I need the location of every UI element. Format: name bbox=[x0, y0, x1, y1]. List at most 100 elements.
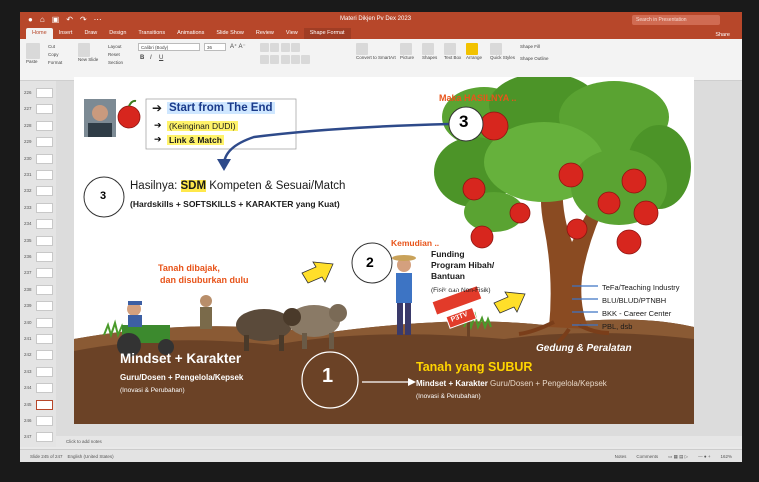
tab-draw[interactable]: Draw bbox=[78, 28, 103, 39]
home-icon[interactable]: ⌂ bbox=[40, 15, 45, 24]
section-button[interactable]: Section bbox=[108, 60, 123, 65]
quick-styles-icon[interactable] bbox=[490, 43, 502, 55]
slide-thumbnail[interactable]: 240 bbox=[24, 317, 54, 330]
picture-icon[interactable] bbox=[400, 43, 412, 55]
notes-button[interactable]: Notes bbox=[615, 454, 627, 460]
slide-thumbnail[interactable]: 239 bbox=[24, 300, 54, 313]
bullets-icon[interactable] bbox=[260, 43, 300, 53]
slide-preview[interactable] bbox=[36, 153, 53, 164]
slide-thumbnail[interactable]: 233 bbox=[24, 202, 54, 215]
slide-preview[interactable] bbox=[36, 104, 53, 115]
format-painter-button[interactable]: Format bbox=[48, 60, 62, 65]
tab-home[interactable]: Home bbox=[26, 28, 53, 39]
slide-thumbnail[interactable]: 247 bbox=[24, 431, 54, 444]
tab-view[interactable]: View bbox=[280, 28, 304, 39]
tab-slide-show[interactable]: Slide Show bbox=[210, 28, 250, 39]
slide-preview[interactable] bbox=[36, 268, 53, 279]
slide-preview[interactable] bbox=[36, 235, 53, 246]
text-box-icon[interactable] bbox=[444, 43, 456, 55]
search-input[interactable]: Search in Presentation bbox=[632, 15, 720, 25]
cut-button[interactable]: Cut bbox=[48, 44, 55, 49]
slide-preview[interactable] bbox=[36, 186, 53, 197]
slide-thumbnail[interactable]: 243 bbox=[24, 366, 54, 379]
normal-view-icon[interactable]: ▭ ▦ ▤ ▷ bbox=[668, 454, 688, 460]
slide-thumbnail[interactable]: 228 bbox=[24, 120, 54, 133]
slide-thumbnail[interactable]: 227 bbox=[24, 103, 54, 116]
tab-insert[interactable]: Insert bbox=[53, 28, 79, 39]
new-slide-icon[interactable] bbox=[78, 43, 90, 57]
slide-preview[interactable] bbox=[36, 202, 53, 213]
tab-design[interactable]: Design bbox=[103, 28, 132, 39]
ox-leg bbox=[329, 333, 334, 349]
slide-thumbnail[interactable]: 236 bbox=[24, 251, 54, 264]
slide-preview[interactable] bbox=[36, 284, 53, 295]
slide-thumbnail[interactable]: 242 bbox=[24, 349, 54, 362]
slide-thumbnail[interactable]: 237 bbox=[24, 267, 54, 280]
underline-button[interactable]: U bbox=[159, 55, 163, 61]
arrange-icon[interactable] bbox=[466, 43, 478, 55]
slide-preview[interactable] bbox=[36, 219, 53, 230]
bold-button[interactable]: B bbox=[140, 55, 144, 61]
slide-preview[interactable] bbox=[36, 252, 53, 262]
copy-button[interactable]: Copy bbox=[48, 52, 59, 57]
slide-preview[interactable] bbox=[36, 334, 53, 344]
zoom-level[interactable]: 162% bbox=[720, 454, 732, 460]
slide-preview[interactable] bbox=[36, 317, 53, 328]
slide-preview[interactable] bbox=[36, 137, 53, 148]
comments-button[interactable]: Comments bbox=[636, 454, 658, 460]
more-icon[interactable]: ⋯ bbox=[94, 15, 102, 24]
smartart-icon[interactable] bbox=[356, 43, 368, 55]
slide-thumbnail[interactable]: 238 bbox=[24, 284, 54, 297]
undo-icon[interactable]: ↶ bbox=[66, 15, 73, 24]
autosave-icon[interactable]: ● bbox=[28, 15, 33, 24]
slide-thumbnail[interactable]: 226 bbox=[24, 87, 54, 100]
tab-shape-format[interactable]: Shape Format bbox=[303, 28, 351, 39]
save-icon[interactable]: ▣ bbox=[52, 15, 60, 24]
slide-preview[interactable] bbox=[36, 301, 53, 312]
slide-preview[interactable] bbox=[36, 432, 53, 443]
redo-icon[interactable]: ↷ bbox=[80, 15, 87, 24]
slide-preview[interactable] bbox=[36, 88, 53, 98]
slide[interactable]: ➔ Start from The End ➔ (Keinginan DUDI) … bbox=[74, 77, 694, 424]
slide-thumbnail[interactable]: 232 bbox=[24, 185, 54, 198]
slide-thumbnail[interactable]: 235 bbox=[24, 235, 54, 248]
yellow-arrow-right bbox=[493, 291, 526, 314]
increase-font-icon[interactable]: A⁺ A⁻ bbox=[230, 43, 246, 50]
slide-thumbnail[interactable]: 241 bbox=[24, 333, 54, 346]
shape-fill-button[interactable]: Shape Fill bbox=[520, 44, 540, 49]
slide-preview[interactable] bbox=[36, 350, 53, 361]
slide-thumbnail[interactable]: 230 bbox=[24, 153, 54, 166]
slide-thumbnail[interactable]: 245 bbox=[24, 399, 54, 412]
layout-button[interactable]: Layout bbox=[108, 44, 122, 49]
sowing-farmer-shirt bbox=[396, 273, 412, 303]
zoom-slider[interactable]: — ● + bbox=[698, 454, 710, 460]
slide-thumbnail[interactable]: 244 bbox=[24, 382, 54, 395]
slide-preview[interactable] bbox=[36, 170, 53, 180]
picture-group: Picture bbox=[400, 43, 414, 60]
keinginan-text: (Keinginan DUDI) bbox=[167, 121, 238, 131]
align-icon[interactable] bbox=[260, 55, 311, 65]
shape-outline-button[interactable]: Shape Outline bbox=[520, 56, 549, 61]
slide-preview[interactable] bbox=[36, 399, 53, 410]
slide-thumbnail[interactable]: 229 bbox=[24, 136, 54, 149]
slide-thumbnail[interactable]: 231 bbox=[24, 169, 54, 182]
font-size-select[interactable]: 36 bbox=[204, 43, 226, 51]
slide-preview[interactable] bbox=[36, 366, 53, 377]
slide-thumbnail[interactable]: 246 bbox=[24, 415, 54, 428]
slide-preview[interactable] bbox=[36, 383, 53, 394]
font-name-select[interactable]: Calibri (Body) bbox=[138, 43, 200, 51]
notes-pane[interactable]: Click to add notes bbox=[56, 436, 742, 447]
italic-button[interactable]: I bbox=[150, 55, 152, 61]
mindset-subur-line: Mindset + Karakter Guru/Dosen + Pengelol… bbox=[416, 379, 607, 388]
paste-icon[interactable] bbox=[26, 43, 40, 59]
shapes-icon[interactable] bbox=[422, 43, 434, 55]
guru-text: Guru/Dosen + Pengelola/Kepsek bbox=[120, 373, 244, 382]
tab-animations[interactable]: Animations bbox=[171, 28, 210, 39]
slide-thumbnail[interactable]: 234 bbox=[24, 218, 54, 231]
reset-button[interactable]: Reset bbox=[108, 52, 120, 57]
quick-styles-group: Quick Styles bbox=[490, 43, 515, 60]
tab-transitions[interactable]: Transitions bbox=[132, 28, 171, 39]
slide-preview[interactable] bbox=[36, 416, 53, 426]
slide-preview[interactable] bbox=[36, 120, 53, 131]
tab-review[interactable]: Review bbox=[250, 28, 280, 39]
